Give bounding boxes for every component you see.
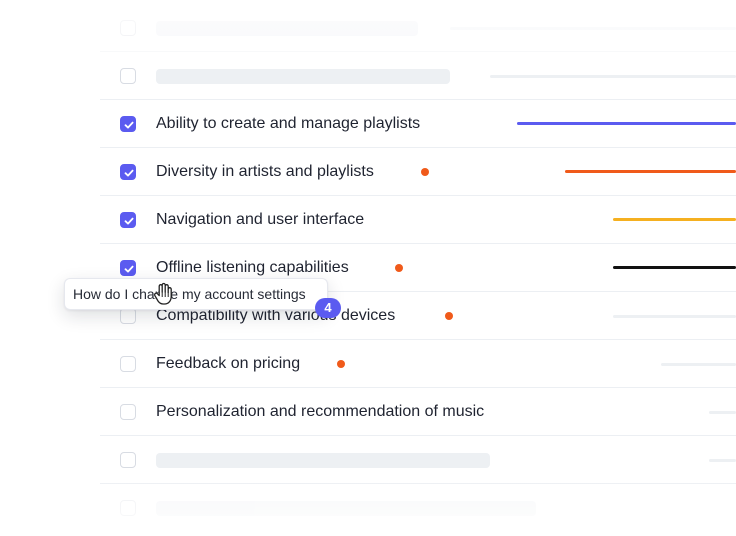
- status-dot: [337, 360, 345, 368]
- list-item[interactable]: Personalization and recommendation of mu…: [0, 388, 736, 436]
- item-label: Feedback on pricing: [156, 355, 301, 372]
- checkbox[interactable]: [120, 20, 136, 36]
- checkbox[interactable]: [120, 68, 136, 84]
- placeholder-row: [0, 4, 736, 52]
- list-item[interactable]: Feedback on pricing: [0, 340, 736, 388]
- placeholder-bar: [661, 363, 736, 366]
- item-label: Personalization and recommendation of mu…: [156, 403, 485, 420]
- checkbox[interactable]: [120, 308, 136, 324]
- placeholder-text: [156, 21, 418, 36]
- frequency-bar: [613, 218, 736, 221]
- status-dot: [421, 168, 429, 176]
- search-query-tooltip: How do I change my account settings: [64, 278, 328, 310]
- checkmark-icon: [124, 217, 134, 225]
- checkmark-icon: [124, 121, 134, 129]
- frequency-bar: [517, 122, 736, 125]
- checkbox[interactable]: [120, 452, 136, 468]
- frequency-bar: [565, 170, 736, 173]
- count-badge: 4: [315, 298, 341, 318]
- placeholder-row: [0, 52, 736, 100]
- checkmark-icon: [124, 265, 134, 273]
- placeholder-text: [156, 69, 450, 84]
- checkbox-checked[interactable]: [120, 116, 136, 132]
- item-label: Offline listening capabilities: [156, 259, 349, 276]
- checkbox-checked[interactable]: [120, 260, 136, 276]
- placeholder-bar: [490, 75, 736, 78]
- placeholder-text: [156, 453, 490, 468]
- placeholder-bar: [613, 315, 736, 318]
- placeholder-row: [0, 484, 736, 532]
- checkbox-checked[interactable]: [120, 212, 136, 228]
- placeholder-bar: [450, 27, 736, 30]
- list-item[interactable]: Ability to create and manage playlists: [0, 100, 736, 148]
- checkbox[interactable]: [120, 500, 136, 516]
- item-label: Ability to create and manage playlists: [156, 115, 421, 132]
- hand-pointer-icon: [154, 282, 172, 305]
- list-item[interactable]: Navigation and user interface: [0, 196, 736, 244]
- placeholder-bar: [709, 411, 736, 414]
- frequency-bar: [613, 266, 736, 269]
- checkbox[interactable]: [120, 356, 136, 372]
- placeholder-bar: [709, 459, 736, 462]
- checkbox[interactable]: [120, 404, 136, 420]
- status-dot: [445, 312, 453, 320]
- placeholder-row: [0, 436, 736, 484]
- placeholder-text: [156, 501, 536, 516]
- list-item[interactable]: Diversity in artists and playlists: [0, 148, 736, 196]
- item-label: Navigation and user interface: [156, 211, 365, 228]
- item-label: Diversity in artists and playlists: [156, 163, 374, 180]
- checkbox-checked[interactable]: [120, 164, 136, 180]
- tooltip-text: How do I change my account settings: [73, 286, 306, 302]
- checkmark-icon: [124, 169, 134, 177]
- topic-list: Ability to create and manage playlists D…: [0, 0, 736, 536]
- status-dot: [395, 264, 403, 272]
